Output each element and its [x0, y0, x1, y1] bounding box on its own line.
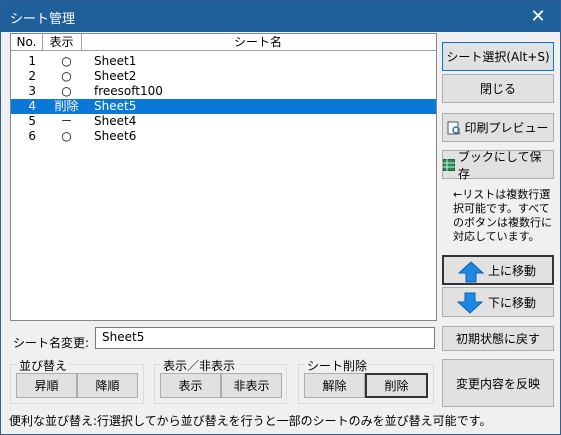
title-bar: シート管理 ✕ [1, 1, 560, 32]
show-button[interactable]: 表示 [160, 373, 221, 398]
visibility-group-title: 表示／非表示 [161, 357, 238, 374]
row-sheet-name: Sheet4 [94, 114, 137, 128]
header-no[interactable]: No. [11, 34, 43, 50]
footer-tip: 便利な並び替え:行選択してから並び替えを行うと一部のシートのみを並び替え可能です… [9, 414, 492, 428]
row-no: 4 [28, 99, 36, 113]
sheet-list[interactable]: No. 表示 シート名 1 ○ Sheet1 2 ○ Sheet2 3 ○ fr… [10, 33, 437, 321]
rename-label: シート名変更: [13, 336, 90, 350]
print-preview-label: 印刷プレビュー [464, 121, 549, 135]
row-sheet-name: freesoft100 [94, 84, 163, 98]
list-row[interactable]: 3 ○ freesoft100 [11, 84, 436, 99]
apply-changes-button[interactable]: 変更内容を反映 [442, 359, 554, 407]
close-icon[interactable]: ✕ [516, 1, 560, 32]
sheet-manager-window: シート管理 ✕ No. 表示 シート名 1 ○ Sheet1 2 ○ Sheet… [0, 0, 561, 435]
reset-button[interactable]: 初期状態に戻す [442, 326, 554, 351]
list-header: No. 表示 シート名 [11, 34, 436, 51]
row-display: ○ [61, 69, 72, 83]
arrow-up-icon [458, 261, 484, 283]
row-display: ○ [61, 54, 72, 68]
move-down-label: 下に移動 [487, 295, 536, 310]
delete-group-title: シート削除 [305, 357, 370, 374]
list-row[interactable]: 2 ○ Sheet2 [11, 69, 436, 84]
sort-group: 並び替え 昇順 降順 [10, 357, 144, 404]
row-sheet-name: Sheet5 [94, 99, 137, 113]
sort-group-title: 並び替え [17, 357, 70, 374]
save-as-book-label: ブックにして保存 [457, 149, 542, 181]
delete-group: シート削除 解除 削除 [298, 357, 434, 404]
excel-book-icon [443, 158, 455, 171]
row-display: ○ [61, 84, 72, 98]
close-button[interactable]: 閉じる [442, 74, 554, 103]
visibility-group: 表示／非表示 表示 非表示 [154, 357, 287, 404]
select-sheet-button[interactable]: シート選択(Alt+S) [442, 42, 554, 71]
row-no: 1 [28, 54, 36, 68]
move-down-button[interactable]: 下に移動 [442, 287, 554, 317]
row-sheet-name: Sheet2 [94, 69, 137, 83]
row-no: 2 [28, 69, 36, 83]
row-display: － [60, 114, 73, 128]
multi-select-note: ←リストは複数行選択可能です。すべてのボタンは複数行に対応しています。 [453, 188, 552, 243]
undo-delete-button[interactable]: 解除 [304, 373, 365, 398]
print-preview-icon [447, 121, 462, 135]
move-up-button[interactable]: 上に移動 [442, 255, 554, 285]
hide-button[interactable]: 非表示 [221, 373, 282, 398]
list-row-selected[interactable]: 4 削除 Sheet5 [11, 99, 436, 114]
row-no: 3 [28, 84, 36, 98]
rename-input[interactable]: Sheet5 [95, 327, 435, 349]
row-sheet-name: Sheet6 [94, 129, 137, 143]
sort-asc-button[interactable]: 昇順 [16, 373, 77, 398]
header-display[interactable]: 表示 [42, 34, 82, 50]
delete-sheet-button[interactable]: 削除 [365, 373, 428, 398]
save-as-book-button[interactable]: ブックにして保存 [442, 149, 554, 181]
window-title: シート管理 [10, 12, 76, 27]
row-no: 5 [28, 114, 36, 128]
arrow-down-icon [457, 292, 483, 314]
row-no: 6 [28, 129, 36, 143]
row-display: 削除 [54, 99, 79, 113]
sort-desc-button[interactable]: 降順 [77, 373, 138, 398]
row-display: ○ [61, 129, 72, 143]
list-row[interactable]: 5 － Sheet4 [11, 114, 436, 129]
row-sheet-name: Sheet1 [94, 54, 137, 68]
list-row[interactable]: 1 ○ Sheet1 [11, 54, 436, 69]
print-preview-button[interactable]: 印刷プレビュー [442, 113, 554, 142]
header-sheet-name[interactable]: シート名 [81, 34, 435, 50]
list-row[interactable]: 6 ○ Sheet6 [11, 129, 436, 144]
move-up-label: 上に移動 [487, 263, 536, 278]
